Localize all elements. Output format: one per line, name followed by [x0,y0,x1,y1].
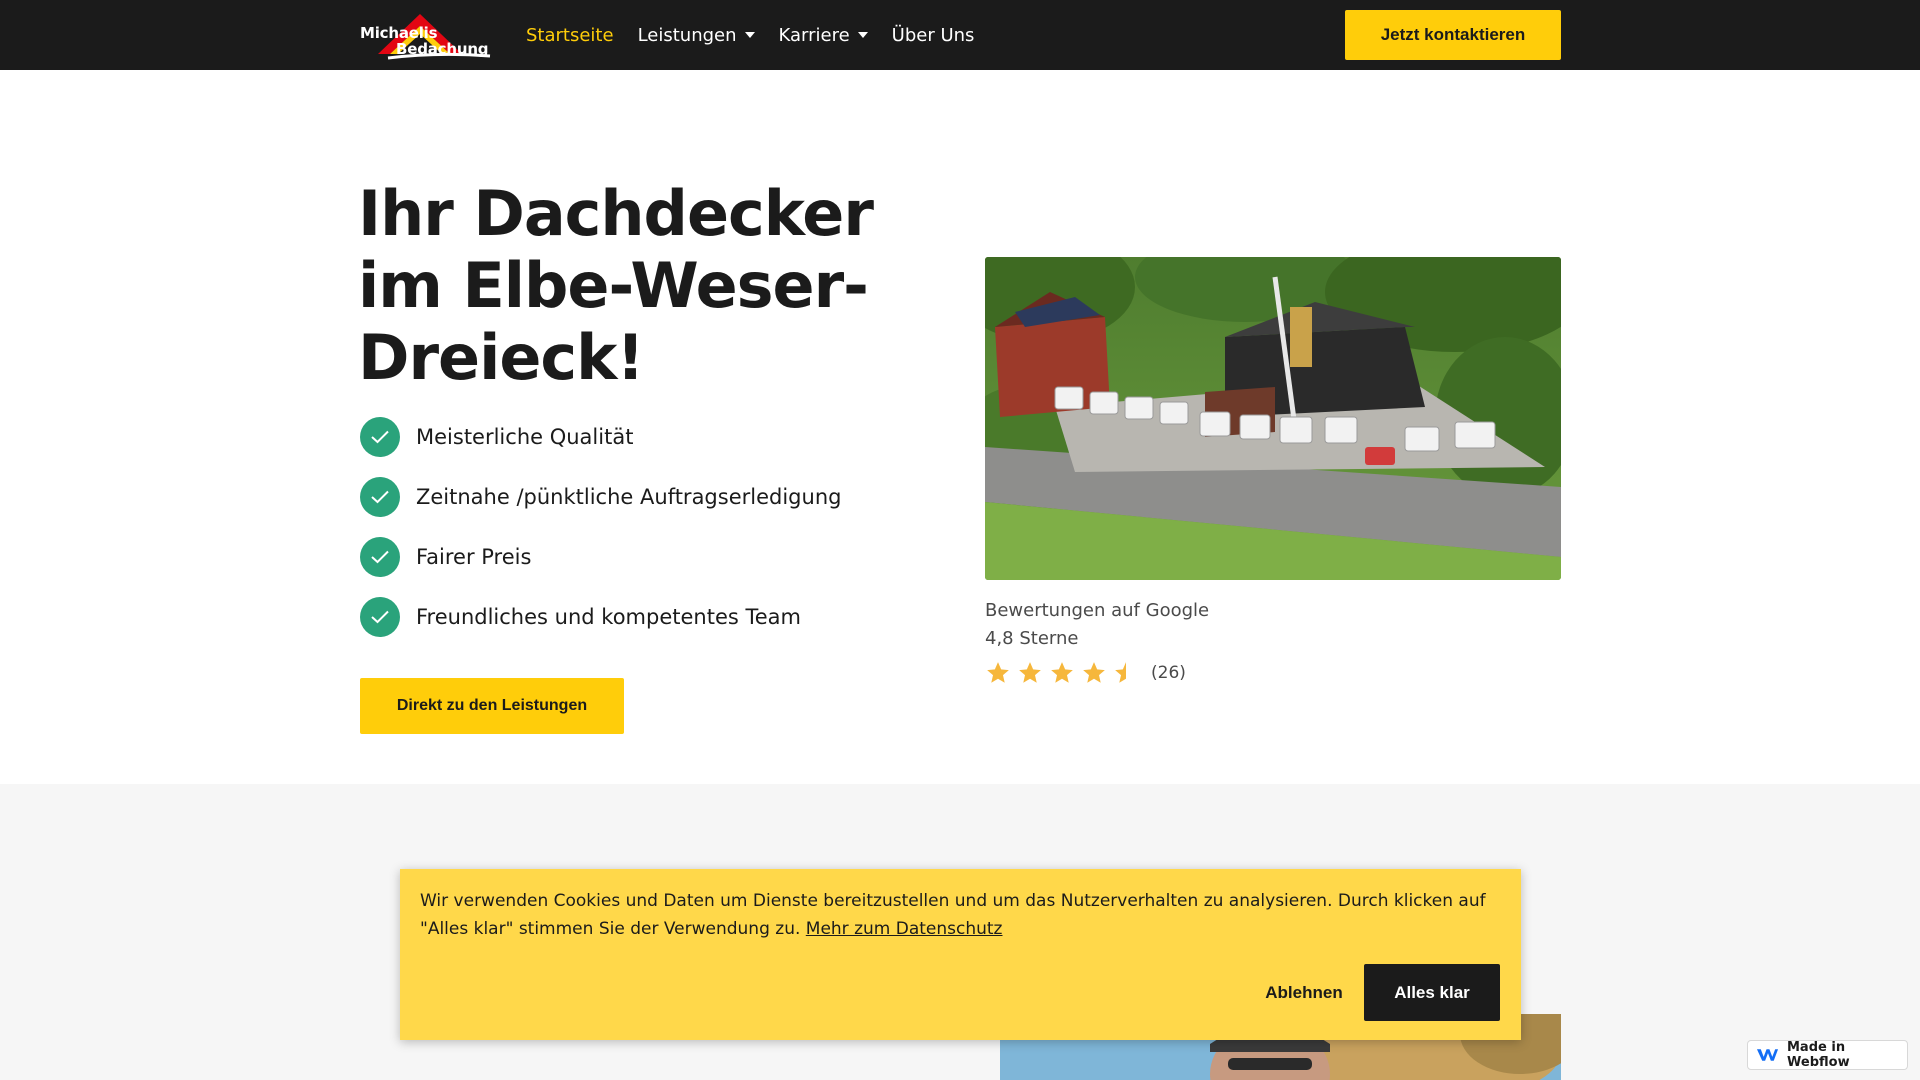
reviews-score: 4,8 Sterne [985,628,1079,649]
list-item: Meisterliche Qualität [360,417,841,457]
feature-text: Meisterliche Qualität [416,425,634,449]
nav-karriere[interactable]: Karriere [779,25,868,46]
cookie-banner: Wir verwenden Cookies und Daten um Diens… [400,869,1521,1040]
privacy-link[interactable]: Mehr zum Datenschutz [806,919,1003,939]
caret-down-icon [857,32,868,38]
caret-down-icon [744,32,755,38]
contact-button[interactable]: Jetzt kontaktieren [1345,10,1561,60]
list-item: Zeitnahe /pünktliche Auftragserledigung [360,477,841,517]
check-icon [360,597,400,637]
navbar: Michaelis Bedachung Startseite Leistunge… [0,0,1920,70]
list-item: Freundliches und kompetentes Team [360,597,841,637]
nav-ueber-uns[interactable]: Über Uns [892,25,975,46]
check-icon [360,537,400,577]
services-button[interactable]: Direkt zu den Leistungen [360,678,624,734]
logo-text-line2: Bedachung [396,40,489,58]
half-star-icon [1115,662,1137,683]
list-item: Fairer Preis [360,537,841,577]
star-icon [1083,662,1105,683]
nav-label: Karriere [778,24,850,46]
logo[interactable]: Michaelis Bedachung [358,8,492,62]
star-icon [1019,662,1041,683]
accept-button[interactable]: Alles klar [1364,964,1500,1021]
check-icon [360,477,400,517]
star-rating: (26) [985,660,1186,686]
feature-text: Fairer Preis [416,545,532,569]
reviews-title: Bewertungen auf Google [985,600,1210,621]
nav-startseite[interactable]: Startseite [526,25,614,46]
hero-title: Ihr Dachdecker im Elbe-Weser-Dreieck! [358,177,874,394]
nav-label: Über Uns [891,24,975,46]
feature-text: Freundliches und kompetentes Team [416,605,801,629]
webflow-badge[interactable]: Made in Webflow [1747,1040,1908,1070]
main-nav: Startseite Leistungen Karriere Über Uns [526,0,998,70]
nav-label: Leistungen [637,24,737,46]
decline-button[interactable]: Ablehnen [1239,965,1369,1021]
cookie-text: Wir verwenden Cookies und Daten um Diens… [420,887,1505,943]
company-aerial-photo [985,257,1561,580]
review-count: (26) [1151,663,1186,683]
check-icon [360,417,400,457]
nav-label: Startseite [526,24,614,46]
star-icon [1051,662,1073,683]
webflow-logo-icon [1756,1049,1779,1061]
feature-list: Meisterliche Qualität Zeitnahe /pünktlic… [360,417,841,657]
star-icon [987,662,1009,683]
feature-text: Zeitnahe /pünktliche Auftragserledigung [416,485,842,509]
webflow-badge-label: Made in Webflow [1787,1040,1850,1070]
nav-leistungen[interactable]: Leistungen [638,25,755,46]
